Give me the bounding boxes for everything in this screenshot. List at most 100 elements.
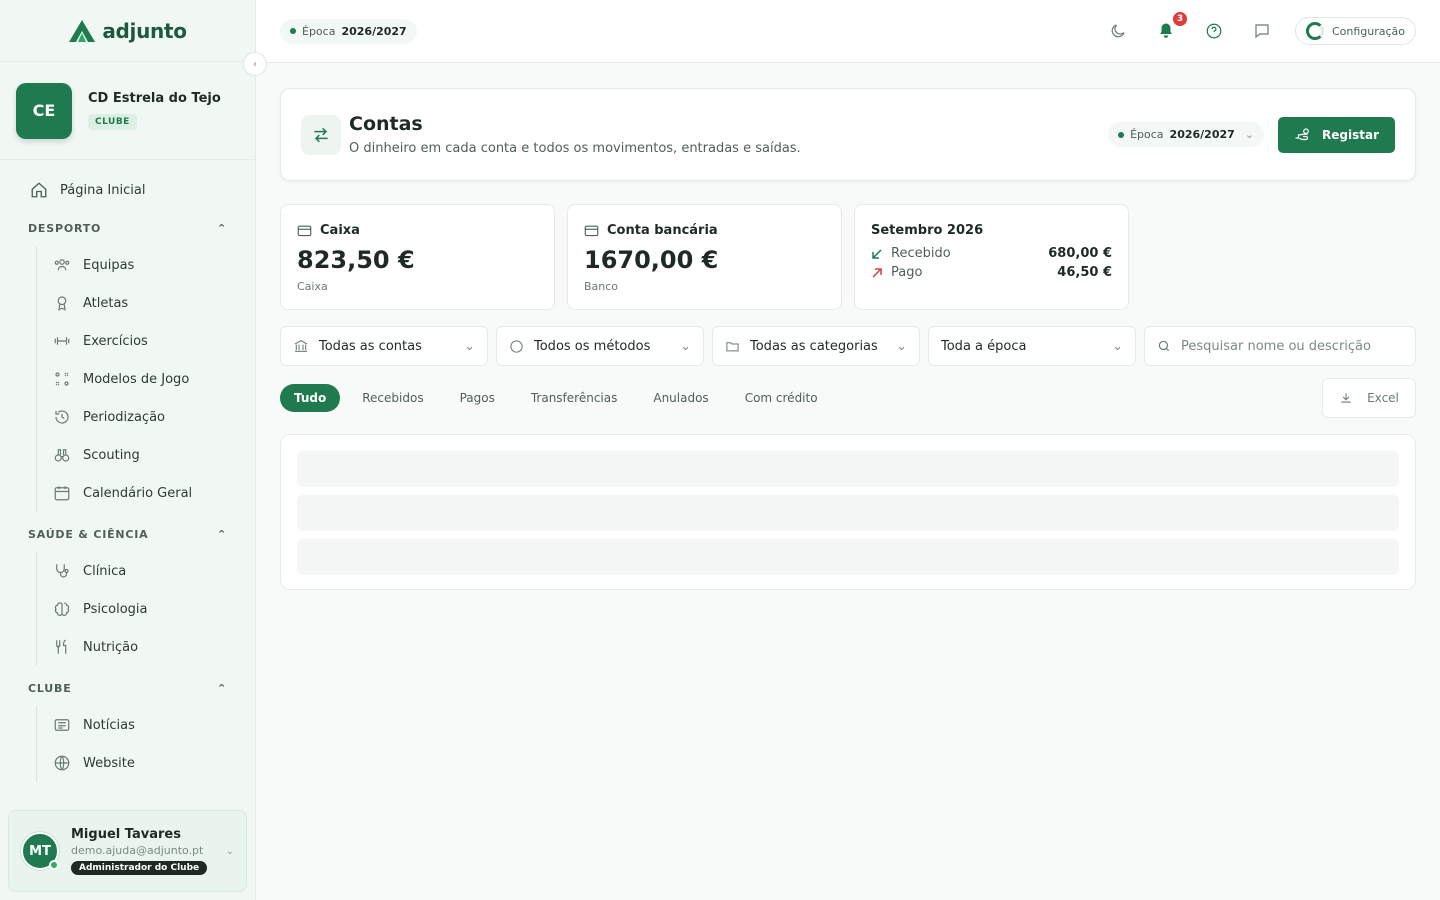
medal-icon <box>57 296 67 311</box>
club-card[interactable]: CE CD Estrela do Tejo CLUBE <box>0 62 255 160</box>
messages-button[interactable] <box>1251 20 1273 42</box>
export-excel-button[interactable]: Excel <box>1322 378 1416 418</box>
page-title: Contas <box>349 113 423 135</box>
binoculars-icon <box>54 449 70 462</box>
configuration-button[interactable]: Configuração <box>1294 17 1416 45</box>
calendar-icon <box>54 486 70 501</box>
search-placeholder: Pesquisar nome ou descrição <box>1181 338 1371 354</box>
sidebar-item-clinica[interactable]: Clínica <box>37 552 255 590</box>
home-icon <box>31 182 47 198</box>
period-filter-value: Toda a época <box>941 338 1027 354</box>
sidebar-item-atletas[interactable]: Atletas <box>37 284 255 322</box>
section-saude[interactable]: SAÚDE & CIÊNCIA ⌃ <box>0 516 255 552</box>
season-value: 2026/2027 <box>1169 128 1235 141</box>
cash-subtitle: Caixa <box>297 280 328 293</box>
sidebar-item-label: Equipas <box>83 257 135 273</box>
arrow-down-left-icon <box>872 248 882 259</box>
sidebar-item-label: Modelos de Jogo <box>83 371 190 387</box>
accounts-filter[interactable]: Todas as contas ⌄ <box>280 326 488 366</box>
sidebar-item-label: Página Inicial <box>60 182 146 198</box>
sidebar-item-label: Calendário Geral <box>83 485 193 501</box>
paid-value: 46,50 € <box>1057 265 1112 280</box>
sidebar-item-label: Nutrição <box>83 639 139 655</box>
methods-filter[interactable]: Todos os métodos ⌄ <box>496 326 704 366</box>
user-email: demo.ajuda@adjunto.pt <box>71 844 204 857</box>
section-title: CLUBE <box>28 681 72 695</box>
paid-label: Pago <box>891 265 923 280</box>
help-button[interactable] <box>1203 20 1225 42</box>
tab-tudo[interactable]: Tudo <box>280 384 341 412</box>
sidebar-item-periodizacao[interactable]: Periodização <box>37 398 255 436</box>
sidebar-item-noticias[interactable]: Notícias <box>37 706 255 744</box>
globe-icon <box>54 755 70 771</box>
history-icon <box>55 410 69 424</box>
methods-filter-value: Todos os métodos <box>534 338 651 354</box>
sidebar-item-modelos[interactable]: Modelos de Jogo <box>37 360 255 398</box>
sidebar-item-website[interactable]: Website <box>37 744 255 782</box>
help-circle-icon <box>1206 23 1222 39</box>
sidebar-item-psicologia[interactable]: Psicologia <box>37 590 255 628</box>
paid-row: Pago 46,50 € <box>871 265 1112 280</box>
download-icon <box>1341 393 1351 403</box>
tab-recebidos[interactable]: Recebidos <box>348 384 437 412</box>
sidebar-item-label: Notícias <box>83 717 135 733</box>
nav-group-desporto: Equipas Atletas Exercícios Modelos de Jo… <box>36 246 255 512</box>
sidebar-item-exercicios[interactable]: Exercícios <box>37 322 255 360</box>
progress-ring-icon <box>1305 22 1324 40</box>
status-dot <box>1118 131 1125 138</box>
tab-com-credito[interactable]: Com crédito <box>731 384 832 412</box>
configuration-label: Configuração <box>1331 24 1405 38</box>
folder-icon <box>726 341 739 351</box>
chevron-down-icon: ⌄ <box>1244 128 1255 141</box>
chevron-up-icon: ⌃ <box>216 527 227 541</box>
tab-pagos[interactable]: Pagos <box>446 384 509 412</box>
accounts-filter-value: Todas as contas <box>319 338 422 354</box>
message-icon <box>1255 24 1269 39</box>
sidebar-item-home[interactable]: Página Inicial <box>14 170 241 210</box>
season-label: Época <box>1130 128 1164 141</box>
sidebar-item-label: Clínica <box>83 563 127 579</box>
sidebar-item-equipas[interactable]: Equipas <box>37 246 255 284</box>
sidebar-item-nutricao[interactable]: Nutrição <box>37 628 255 666</box>
section-title: SAÚDE & CIÊNCIA <box>28 527 149 541</box>
section-desporto[interactable]: DESPORTO ⌃ <box>0 210 255 246</box>
tab-transferencias[interactable]: Transferências <box>517 384 632 412</box>
avatar: MT <box>21 832 59 870</box>
movement-tabs: Tudo Recebidos Pagos Transferências Anul… <box>280 384 832 412</box>
received-value: 680,00 € <box>1048 246 1112 261</box>
logo-text: adjunto <box>102 18 187 43</box>
cash-title: Caixa <box>320 223 360 238</box>
notifications-button[interactable]: 3 <box>1155 10 1189 42</box>
chevron-up-icon: ⌃ <box>216 681 227 695</box>
categories-filter[interactable]: Todas as categorias ⌄ <box>712 326 920 366</box>
notification-count-badge: 3 <box>1170 10 1189 28</box>
received-row: Recebido 680,00 € <box>871 246 1112 261</box>
tab-anulados[interactable]: Anulados <box>639 384 722 412</box>
arrow-up-right-icon <box>872 267 882 278</box>
team-icon <box>54 259 70 271</box>
search-input[interactable]: Pesquisar nome ou descrição <box>1144 326 1416 366</box>
sidebar-item-label: Exercícios <box>83 333 148 349</box>
wallet-icon <box>297 225 312 237</box>
nav-group-saude: Clínica Psicologia Nutrição <box>36 552 255 666</box>
adjunto-logo-icon <box>69 19 96 42</box>
sidebar-item-calendario[interactable]: Calendário Geral <box>37 474 255 512</box>
season-indicator[interactable]: Época 2026/2027 <box>280 18 417 44</box>
topbar: Época 2026/2027 3 Configuração <box>256 0 1440 63</box>
season-select[interactable]: Época 2026/2027 ⌄ <box>1108 122 1265 147</box>
section-clube[interactable]: CLUBE ⌃ <box>0 670 255 706</box>
register-button[interactable]: Registar <box>1278 116 1395 153</box>
theme-toggle-button[interactable] <box>1107 20 1129 42</box>
user-menu[interactable]: MT Miguel Tavares demo.ajuda@adjunto.pt … <box>8 810 247 892</box>
newspaper-icon <box>54 719 70 731</box>
chevron-down-icon: ⌄ <box>464 338 475 354</box>
section-title: DESPORTO <box>28 221 102 235</box>
period-filter[interactable]: Toda a época ⌄ <box>928 326 1136 366</box>
logo[interactable]: adjunto <box>0 0 255 62</box>
month-summary-card: Setembro 2026 Recebido 680,00 € Pago 46,… <box>854 204 1129 310</box>
collapse-sidebar-button[interactable]: ‹ <box>243 52 267 76</box>
wallet-icon <box>584 225 599 237</box>
sidebar-item-scouting[interactable]: Scouting <box>37 436 255 474</box>
dots-circle-icon <box>510 339 523 353</box>
export-label: Excel <box>1367 391 1399 405</box>
